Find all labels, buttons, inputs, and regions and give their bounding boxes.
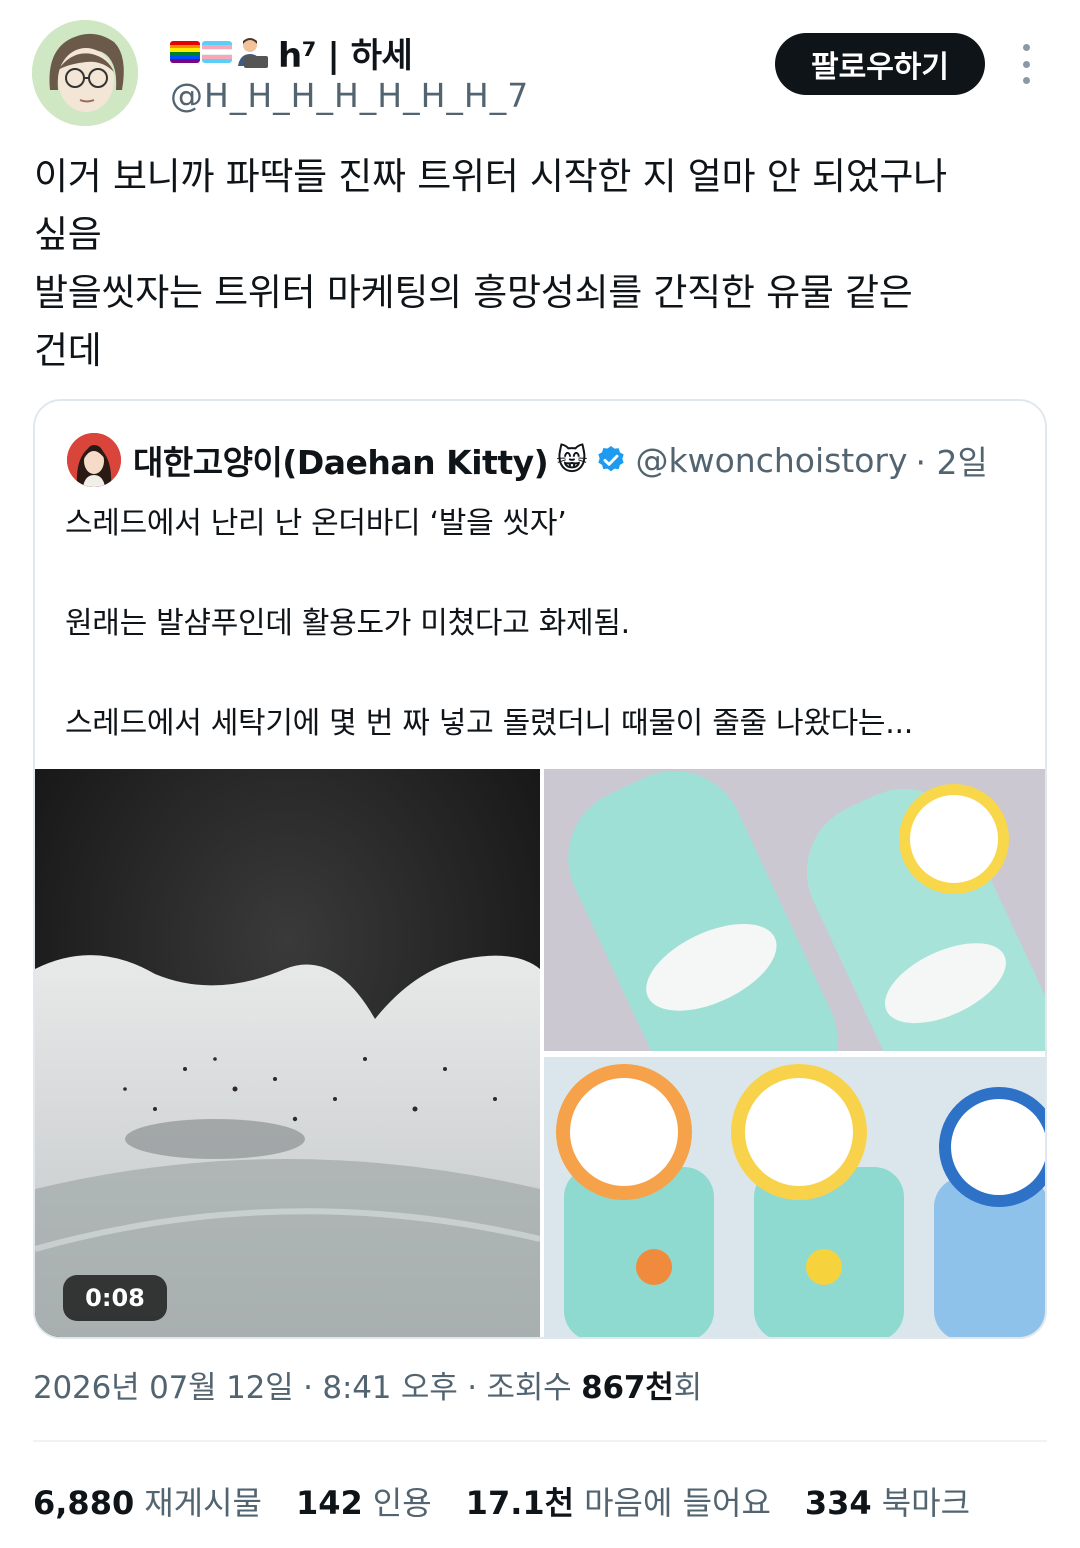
likes-stat[interactable]: 17.1천 마음에 들어요	[466, 1478, 771, 1524]
video-duration-badge: 0:08	[63, 1275, 167, 1321]
tweet-meta: 2026년 07월 12일 · 8:41 오후 · 조회수 867천회	[33, 1370, 703, 1406]
views-count: 867천	[581, 1370, 674, 1406]
name-emoji-group	[170, 36, 270, 68]
rainbow-flag-icon	[170, 41, 200, 63]
tweet-line: 건데	[34, 329, 102, 372]
quotes-count: 142	[295, 1484, 363, 1522]
engagement-stats: 6,880 재게시물 142 인용 17.1천 마음에 들어요 334 북마크	[33, 1478, 970, 1524]
bookmarks-count: 334	[804, 1484, 872, 1522]
likes-count: 17.1천	[465, 1484, 575, 1522]
tweet-time[interactable]: 8:41 오후	[322, 1370, 457, 1406]
quote-line: 스레드에서 세탁기에 몇 번 짜 넣고 돌렸더니 때물이 줄줄 나왔다는...	[65, 706, 913, 741]
author-avatar[interactable]	[32, 20, 138, 126]
retweets-stat[interactable]: 6,880 재게시물	[33, 1478, 262, 1524]
video-thumbnail[interactable]: 0:08	[35, 769, 540, 1337]
likes-label: 마음에 들어요	[584, 1484, 771, 1522]
product-image-bottom[interactable]	[544, 1057, 1045, 1337]
follow-button[interactable]: 팔로우하기	[775, 33, 985, 95]
quote-author-avatar[interactable]	[67, 433, 121, 487]
cat-emoji-icon: 😸	[556, 442, 588, 478]
retweets-label: 재게시물	[144, 1484, 262, 1522]
tweet-line: 싶음	[34, 213, 102, 256]
product-image-top[interactable]	[544, 769, 1045, 1051]
quote-avatar-illustration	[67, 433, 121, 487]
tweet-line: 이거 보니까 파딱들 진짜 트위터 시작한 지 얼마 안 되었구나	[34, 155, 947, 198]
avatar-illustration	[32, 20, 138, 126]
foot-wash-bottles-image	[544, 769, 1045, 1051]
retweets-count: 6,880	[33, 1484, 135, 1522]
tweet-date[interactable]: 2026년 07월 12일	[33, 1370, 294, 1406]
divider	[33, 1440, 1047, 1442]
quoted-tweet-card[interactable]: 대한고양이(Daehan Kitty) 😸 @kwonchoistory · 2…	[33, 399, 1047, 1339]
bookmarks-stat[interactable]: 334 북마크	[805, 1478, 970, 1524]
technologist-icon	[238, 38, 268, 68]
washing-machine-image	[35, 769, 540, 1337]
quote-text: 스레드에서 난리 난 온더바디 ‘발을 씻자’ 원래는 발샴푸인데 활용도가 미…	[65, 499, 1025, 749]
quote-author-handle[interactable]: @kwonchoistory	[635, 441, 907, 480]
author-name-row[interactable]: h⁷ | 하세	[170, 30, 413, 76]
transgender-flag-icon	[202, 41, 232, 63]
author-display-name: h⁷ | 하세	[278, 35, 413, 76]
tweet-text: 이거 보니까 파딱들 진짜 트위터 시작한 지 얼마 안 되었구나 싶음 발을씻…	[34, 148, 1054, 380]
quote-line: 스레드에서 난리 난 온더바디 ‘발을 씻자’	[65, 506, 567, 541]
views-prefix: 조회수	[486, 1370, 572, 1406]
foot-wash-shelf-image	[544, 1057, 1045, 1337]
quote-line	[65, 549, 1025, 599]
views-suffix: 회	[673, 1370, 703, 1406]
bookmarks-label: 북마크	[881, 1484, 971, 1522]
tweet-line: 발을씻자는 트위터 마케팅의 흥망성쇠를 간직한 유물 같은	[34, 271, 913, 314]
quote-line	[65, 649, 1025, 699]
author-handle[interactable]: @H_H_H_H_H_H_H_7	[170, 76, 529, 115]
quote-line: 원래는 발샴푸인데 활용도가 미쳤다고 화제됨.	[65, 606, 630, 641]
quotes-stat[interactable]: 142 인용	[296, 1478, 432, 1524]
more-options-icon[interactable]	[1012, 44, 1040, 84]
quote-author-name[interactable]: 대한고양이(Daehan Kitty)	[133, 436, 549, 484]
quote-time: · 2일	[915, 443, 988, 482]
verified-badge-icon	[598, 446, 625, 472]
quote-header: 대한고양이(Daehan Kitty) 😸 @kwonchoistory · 2…	[133, 431, 988, 489]
quotes-label: 인용	[372, 1484, 432, 1522]
